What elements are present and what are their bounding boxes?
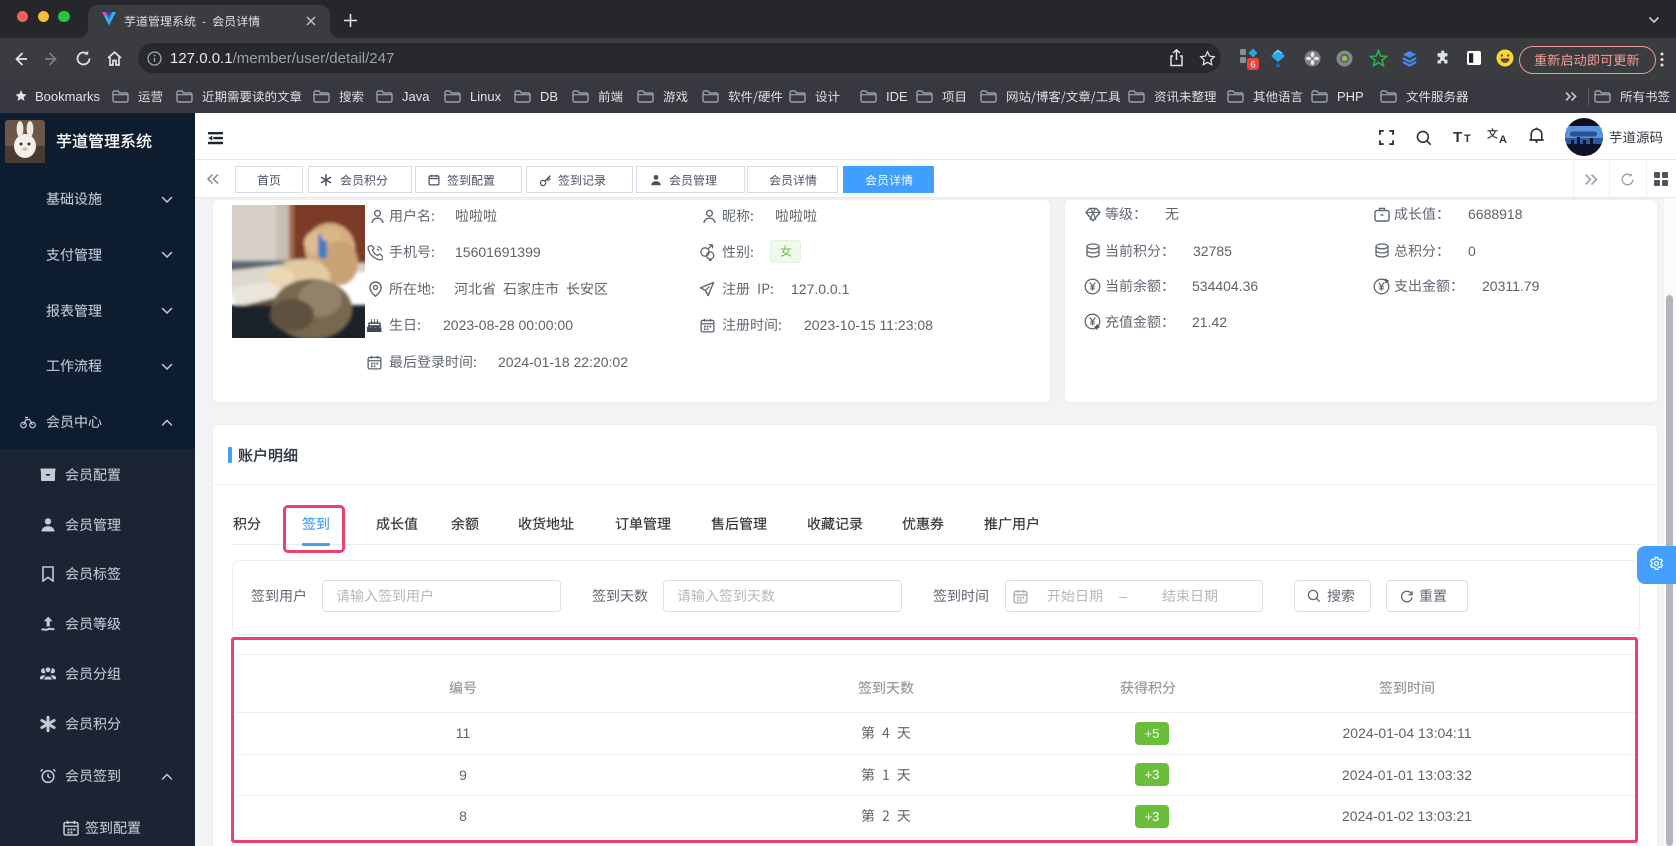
svg-text:6: 6 xyxy=(1250,60,1255,71)
